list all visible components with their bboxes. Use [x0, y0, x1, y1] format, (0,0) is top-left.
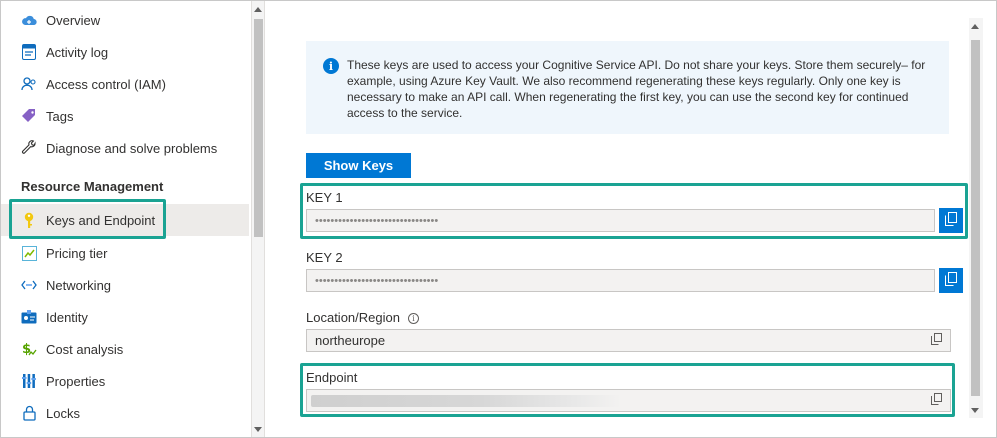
nav-item-label: Activity log [46, 44, 109, 60]
info-icon: i [323, 58, 339, 74]
wrench-icon [20, 139, 38, 157]
cloud-icon [20, 11, 38, 29]
info-banner: i These keys are used to access your Cog… [306, 41, 949, 134]
nav-item-label: Tags [46, 108, 74, 124]
nav-item-label: Identity [46, 309, 88, 325]
location-label-row: Location/Region i [306, 310, 419, 325]
scrollbar-thumb[interactable] [254, 19, 263, 237]
people-icon [20, 75, 38, 93]
info-circle-icon[interactable]: i [407, 313, 419, 324]
scroll-down-arrow-icon[interactable] [254, 427, 262, 432]
copy-icon [945, 212, 957, 229]
key1-label: KEY 1 [306, 190, 343, 205]
key-icon [20, 211, 38, 229]
endpoint-copy-button[interactable] [928, 393, 944, 409]
nav-item-label: Keys and Endpoint [46, 212, 156, 228]
endpoint-label: Endpoint [306, 370, 358, 385]
key1-field[interactable]: •••••••••••••••••••••••••••••••• [306, 209, 935, 232]
nav-item-properties[interactable]: Properties [1, 365, 249, 397]
activity-log-icon [20, 43, 38, 61]
nav-item-label: Access control (IAM) [46, 76, 166, 92]
nav-item-activity-log[interactable]: Activity log [1, 36, 249, 68]
nav-item-networking[interactable]: Networking [1, 269, 249, 301]
nav-item-pricing-tier[interactable]: Pricing tier [1, 237, 249, 269]
identity-icon [20, 308, 38, 326]
cost-analysis-icon: $ [20, 340, 38, 358]
nav-item-label: Pricing tier [46, 245, 108, 261]
nav-item-locks[interactable]: Locks [1, 397, 249, 429]
networking-icon [20, 276, 38, 294]
nav-item-label: Properties [46, 373, 106, 389]
nav-scrollbar[interactable] [251, 1, 265, 437]
nav-item-label: Networking [46, 277, 112, 293]
info-text: These keys are used to access your Cogni… [347, 58, 926, 120]
nav-item-diagnose[interactable]: Diagnose and solve problems [1, 132, 249, 164]
key2-field[interactable]: •••••••••••••••••••••••••••••••• [306, 269, 935, 292]
location-label: Location/Region [306, 310, 400, 325]
lock-icon [20, 404, 38, 422]
endpoint-redacted-value [311, 394, 621, 407]
section-title-resource-management: Resource Management [21, 179, 164, 194]
nav-item-access-control[interactable]: Access control (IAM) [1, 68, 249, 100]
scroll-up-arrow-icon[interactable] [254, 7, 262, 12]
location-field[interactable]: northeurope [306, 329, 951, 352]
nav-item-label: Overview [46, 12, 101, 28]
copy-icon [945, 272, 957, 289]
pricing-tier-icon [20, 244, 38, 262]
properties-icon [20, 372, 38, 390]
key2-copy-button[interactable] [939, 268, 963, 293]
nav-item-keys-and-endpoint[interactable]: Keys and Endpoint [1, 204, 249, 236]
scroll-down-arrow-icon[interactable] [971, 408, 979, 413]
nav-item-label: Diagnose and solve problems [46, 140, 218, 156]
location-copy-button[interactable] [928, 333, 944, 349]
nav-item-cost-analysis[interactable]: $ Cost analysis [1, 333, 249, 365]
resource-menu: Overview Activity log Access control (IA… [1, 1, 251, 437]
nav-item-label: Locks [46, 405, 80, 421]
copy-icon [930, 392, 942, 410]
scrollbar-thumb[interactable] [971, 40, 980, 396]
copy-icon [930, 332, 942, 350]
endpoint-field[interactable] [306, 389, 951, 412]
scroll-up-arrow-icon[interactable] [971, 24, 979, 29]
nav-item-identity[interactable]: Identity [1, 301, 249, 333]
nav-item-label: Cost analysis [46, 341, 124, 357]
show-keys-button[interactable]: Show Keys [306, 153, 411, 178]
key2-label: KEY 2 [306, 250, 343, 265]
main-scrollbar[interactable] [969, 18, 983, 418]
nav-item-overview[interactable]: Overview [1, 4, 249, 36]
tag-icon [20, 107, 38, 125]
nav-item-tags[interactable]: Tags [1, 100, 249, 132]
key1-copy-button[interactable] [939, 208, 963, 233]
